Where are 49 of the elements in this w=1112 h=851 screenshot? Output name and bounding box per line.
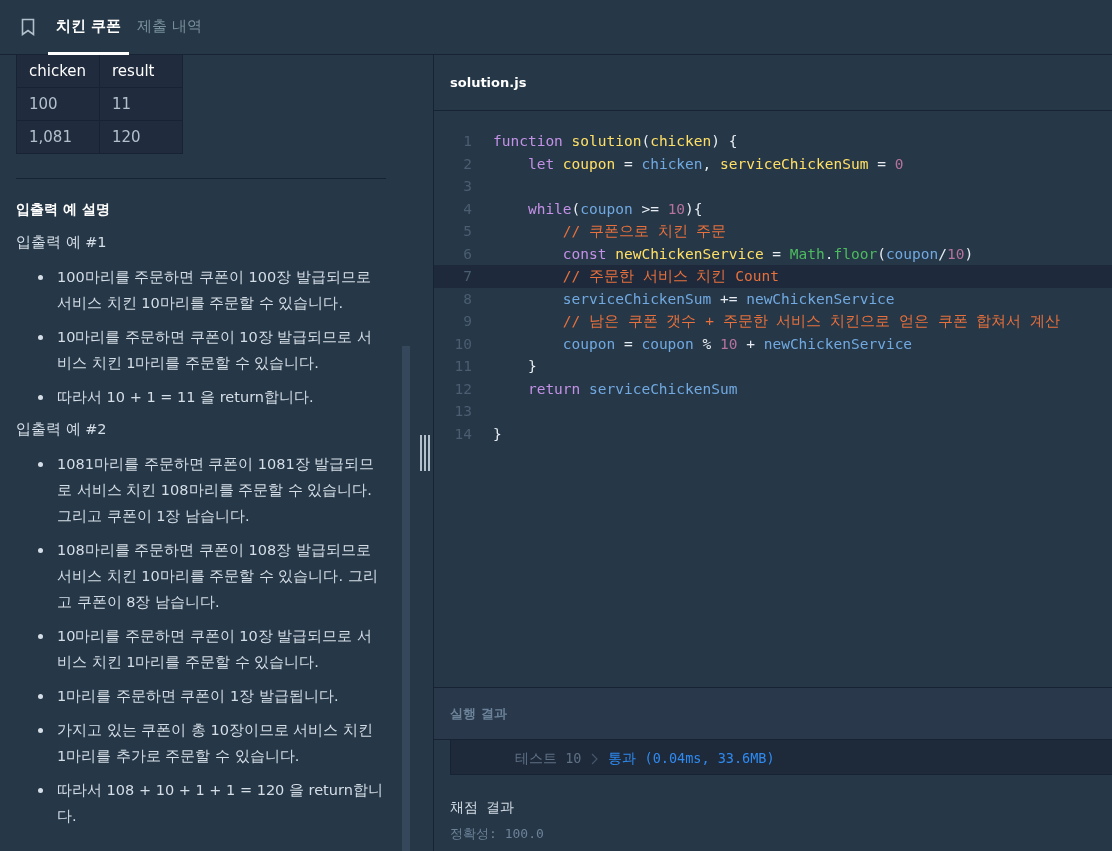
tab[interactable]: 제출 내역: [129, 0, 210, 55]
code-line: // 쿠폰으로 치킨 주문: [561, 221, 727, 241]
bullet-text: 108마리를 주문하면 쿠폰이 108장 발급되므로 서비스 치킨 10마리를 주문할 수 있습니다. 그리고 쿠폰이 8장 남습니다.: [57, 541, 379, 612]
code-line: // 주문한 서비스 치킨 Count: [561, 266, 779, 286]
bullet-text: 10마리를 주문하면 쿠폰이 10장 발급되므로 서비스 치킨 1마리를 주문할 수 있습니다.: [57, 328, 373, 373]
code-line: }: [493, 425, 502, 442]
code-line: serviceChickenSum += newChickenService: [561, 290, 895, 307]
grading-title: 채점 결과: [450, 799, 516, 817]
resize-handle[interactable]: [420, 435, 430, 471]
bullet-text: 1081마리를 주문하면 쿠폰이 1081장 발급되므로 서비스 치킨 108마리를 주문할 수 있습니다. 그리고 쿠폰이 1장 남습니다.: [57, 455, 376, 526]
test-label: 테스트 10: [515, 750, 582, 768]
table-cell: 1,081: [16, 120, 100, 154]
bullet-icon: [38, 634, 43, 639]
code-line: let coupon = chicken, serviceChickenSum = 0: [526, 155, 904, 172]
bookmark-icon[interactable]: [21, 18, 35, 36]
code-line: return serviceChickenSum: [526, 380, 738, 397]
bullet-text: 따라서 10 + 1 = 11 을 return합니다.: [57, 388, 315, 407]
bullet-icon: [38, 694, 43, 699]
code-line: coupon = coupon % 10 + newChickenService: [561, 335, 913, 352]
bullet-text: 따라서 108 + 10 + 1 + 1 = 120 을 return합니다.: [57, 781, 384, 826]
code-line: }: [526, 358, 537, 375]
table-cell: 120: [99, 120, 183, 154]
bullet-icon: [38, 275, 43, 280]
bullet-icon: [38, 548, 43, 553]
bullet-icon: [38, 788, 43, 793]
code-line: function solution(chicken) {: [493, 133, 738, 150]
column-header: result: [99, 55, 183, 88]
bullet-text: 1마리를 주문하면 쿠폰이 1장 발급됩니다.: [57, 687, 340, 706]
bullet-icon: [38, 462, 43, 467]
bullet-text: 100마리를 주문하면 쿠폰이 100장 발급되므로 서비스 치킨 10마리를 주문할 수 있습니다.: [57, 268, 372, 313]
panel-title: 실행 결과: [450, 704, 507, 723]
table-cell: 11: [99, 87, 183, 121]
code-line: // 남은 쿠폰 갯수 + 주문한 서비스 치킨으로 얻은 쿠폰 합쳐서 계산: [561, 311, 1061, 331]
test-result: 통과 (0.04ms, 33.6MB): [608, 750, 775, 768]
code-line: const newChickenService = Math.floor(coupon/10): [561, 245, 974, 262]
section-title: 입출력 예 설명: [16, 201, 111, 219]
bullet-icon: [38, 335, 43, 340]
table-cell: 100: [16, 87, 100, 121]
example-heading: 입출력 예 #1: [16, 233, 108, 252]
code-line: while(coupon >= 10){: [526, 200, 703, 217]
example-heading: 입출력 예 #2: [16, 420, 108, 439]
accuracy-text: 정확성: 100.0: [450, 825, 545, 843]
column-header: chicken: [16, 55, 100, 88]
file-name[interactable]: solution.js: [450, 75, 527, 90]
chevron-icon: [591, 753, 599, 765]
bullet-text: 10마리를 주문하면 쿠폰이 10장 발급되므로 서비스 치킨 1마리를 주문할 수 있습니다.: [57, 627, 373, 672]
bullet-icon: [38, 395, 43, 400]
bullet-text: 가지고 있는 쿠폰이 총 10장이므로 서비스 치킨 1마리를 추가로 주문할 수 있습니다.: [57, 721, 375, 766]
bullet-icon: [38, 728, 43, 733]
